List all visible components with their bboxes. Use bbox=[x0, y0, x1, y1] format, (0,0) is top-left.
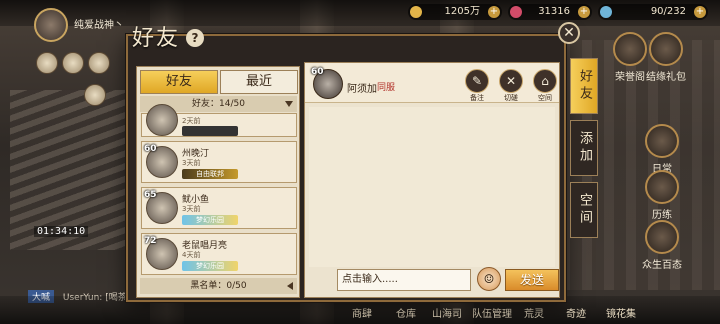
resource-gold: 1205万 + bbox=[408, 4, 502, 20]
nav-shanhai[interactable]: 山海司 bbox=[432, 305, 462, 320]
nav-team[interactable]: 队伍管理 bbox=[472, 305, 512, 320]
gold-amount: 1205万 bbox=[444, 6, 480, 17]
friend-guild-badge: 梦幻乐园 bbox=[182, 261, 238, 271]
pencil-icon: ✎ bbox=[465, 69, 489, 93]
friend-last-seen: 4天前 bbox=[182, 251, 201, 259]
friend-level: 60 bbox=[144, 144, 157, 154]
nav-warehouse[interactable]: 仓库 bbox=[396, 305, 416, 320]
house-icon: ⌂ bbox=[533, 69, 557, 93]
daily-icon bbox=[645, 124, 679, 158]
side-tab-add[interactable]: 添加 bbox=[570, 120, 598, 176]
friend-row[interactable]: 72 老鼠唱月亮 4天前 梦幻乐园 bbox=[141, 233, 297, 275]
friend-last-seen: 3天前 bbox=[182, 159, 201, 167]
friend-avatar bbox=[146, 104, 178, 136]
resource-stamina: 90/232 + bbox=[598, 4, 708, 20]
stamina-icon bbox=[600, 6, 612, 18]
chat-partner-relation: 同服 bbox=[377, 83, 396, 93]
space-button[interactable]: ⌂ 空间 bbox=[531, 69, 559, 103]
gem-amount: 31316 bbox=[538, 6, 570, 17]
menu-training[interactable]: 历练 bbox=[636, 170, 688, 221]
emoji-button[interactable]: ☺ bbox=[477, 267, 501, 291]
duel-label: 切磋 bbox=[504, 94, 518, 102]
menu-bond-pack[interactable]: 结缘礼包 bbox=[640, 32, 692, 83]
nav-mirror[interactable]: 镜花集 bbox=[606, 305, 636, 320]
remark-label: 备注 bbox=[470, 94, 484, 102]
friend-row[interactable]: 60 州晚汀 3天前 自由联邦 bbox=[141, 141, 297, 183]
friend-guild-badge: 自由联邦 bbox=[182, 169, 238, 179]
chevron-left-icon bbox=[287, 282, 293, 290]
friend-level: 65 bbox=[144, 190, 157, 200]
nav-shop[interactable]: 商肆 bbox=[352, 305, 372, 320]
friend-count: 好友：14/50 bbox=[192, 99, 245, 109]
tab-recent[interactable]: 最近 bbox=[220, 70, 298, 94]
event-icon[interactable] bbox=[84, 84, 106, 106]
friend-row[interactable]: 65 鱿小鱼 3天前 梦幻乐园 bbox=[141, 187, 297, 229]
blacklist-count: 黑名单：0/50 bbox=[190, 281, 247, 291]
friend-guild-badge: 梦幻乐园 bbox=[182, 215, 238, 225]
resource-gem: 31316 + bbox=[508, 4, 592, 20]
add-stamina-button[interactable]: + bbox=[694, 6, 706, 18]
task-icon[interactable] bbox=[88, 52, 110, 74]
side-tab-space[interactable]: 空间 bbox=[570, 182, 598, 238]
menu-label: 众生百态 bbox=[642, 260, 682, 271]
stamina-amount: 90/232 bbox=[650, 6, 686, 17]
training-icon bbox=[645, 170, 679, 204]
beings-icon bbox=[645, 220, 679, 254]
add-gem-button[interactable]: + bbox=[578, 6, 590, 18]
event-timer: 01:34:10 bbox=[34, 226, 89, 237]
chat-partner-level: 60 bbox=[311, 67, 324, 77]
nav-spirit[interactable]: 荒灵 bbox=[524, 305, 544, 320]
chat-message-area[interactable] bbox=[309, 107, 555, 267]
menu-daily[interactable]: 日常 bbox=[636, 124, 688, 175]
chevron-down-icon bbox=[285, 101, 293, 107]
send-button[interactable]: 发送 bbox=[505, 269, 559, 291]
gem-icon bbox=[510, 6, 522, 18]
modal-title: 好友 bbox=[132, 26, 181, 51]
help-icon[interactable]: ? bbox=[186, 29, 204, 47]
menu-beings[interactable]: 众生百态 bbox=[636, 220, 688, 271]
menu-label: 结缘礼包 bbox=[646, 72, 686, 83]
chat-partner-name: 阿须加 bbox=[347, 84, 377, 95]
crossed-swords-icon: ✕ bbox=[499, 69, 523, 93]
gift-icon bbox=[649, 32, 683, 66]
tab-friends[interactable]: 好友 bbox=[140, 70, 218, 94]
friend-last-seen: 3天前 bbox=[182, 205, 201, 213]
chat-panel: 60 阿须加 同服 ✎ 备注 ✕ 切磋 ⌂ 空间 点击输入..... ☺ 发送 bbox=[304, 62, 560, 298]
friend-guild-badge bbox=[182, 126, 238, 136]
bag-icon[interactable] bbox=[62, 52, 84, 74]
friend-row[interactable]: 2天前 bbox=[141, 104, 297, 137]
friend-last-seen: 2天前 bbox=[182, 117, 201, 125]
remark-button[interactable]: ✎ 备注 bbox=[463, 69, 491, 103]
nav-miracle[interactable]: 奇迹 bbox=[566, 305, 586, 320]
chat-header: 60 阿须加 同服 ✎ 备注 ✕ 切磋 ⌂ 空间 bbox=[305, 63, 559, 103]
space-label: 空间 bbox=[538, 94, 552, 102]
mail-icon[interactable] bbox=[36, 52, 58, 74]
chat-input[interactable]: 点击输入..... bbox=[337, 269, 471, 291]
side-tab-friends[interactable]: 好友 bbox=[570, 58, 598, 114]
player-name: 纯爱战神丶 bbox=[74, 20, 124, 31]
player-avatar[interactable] bbox=[34, 8, 68, 42]
duel-button[interactable]: ✕ 切磋 bbox=[497, 69, 525, 103]
blacklist-bar[interactable]: 黑名单：0/50 bbox=[140, 278, 297, 294]
add-gold-button[interactable]: + bbox=[488, 6, 500, 18]
close-button[interactable]: ✕ bbox=[558, 22, 580, 44]
friend-level: 72 bbox=[144, 236, 157, 246]
friend-list-panel: 好友 最近 好友：14/50 2天前 60 州晚汀 3天前 自由联邦 65 鱿小… bbox=[136, 66, 300, 298]
gold-coin-icon bbox=[410, 6, 422, 18]
